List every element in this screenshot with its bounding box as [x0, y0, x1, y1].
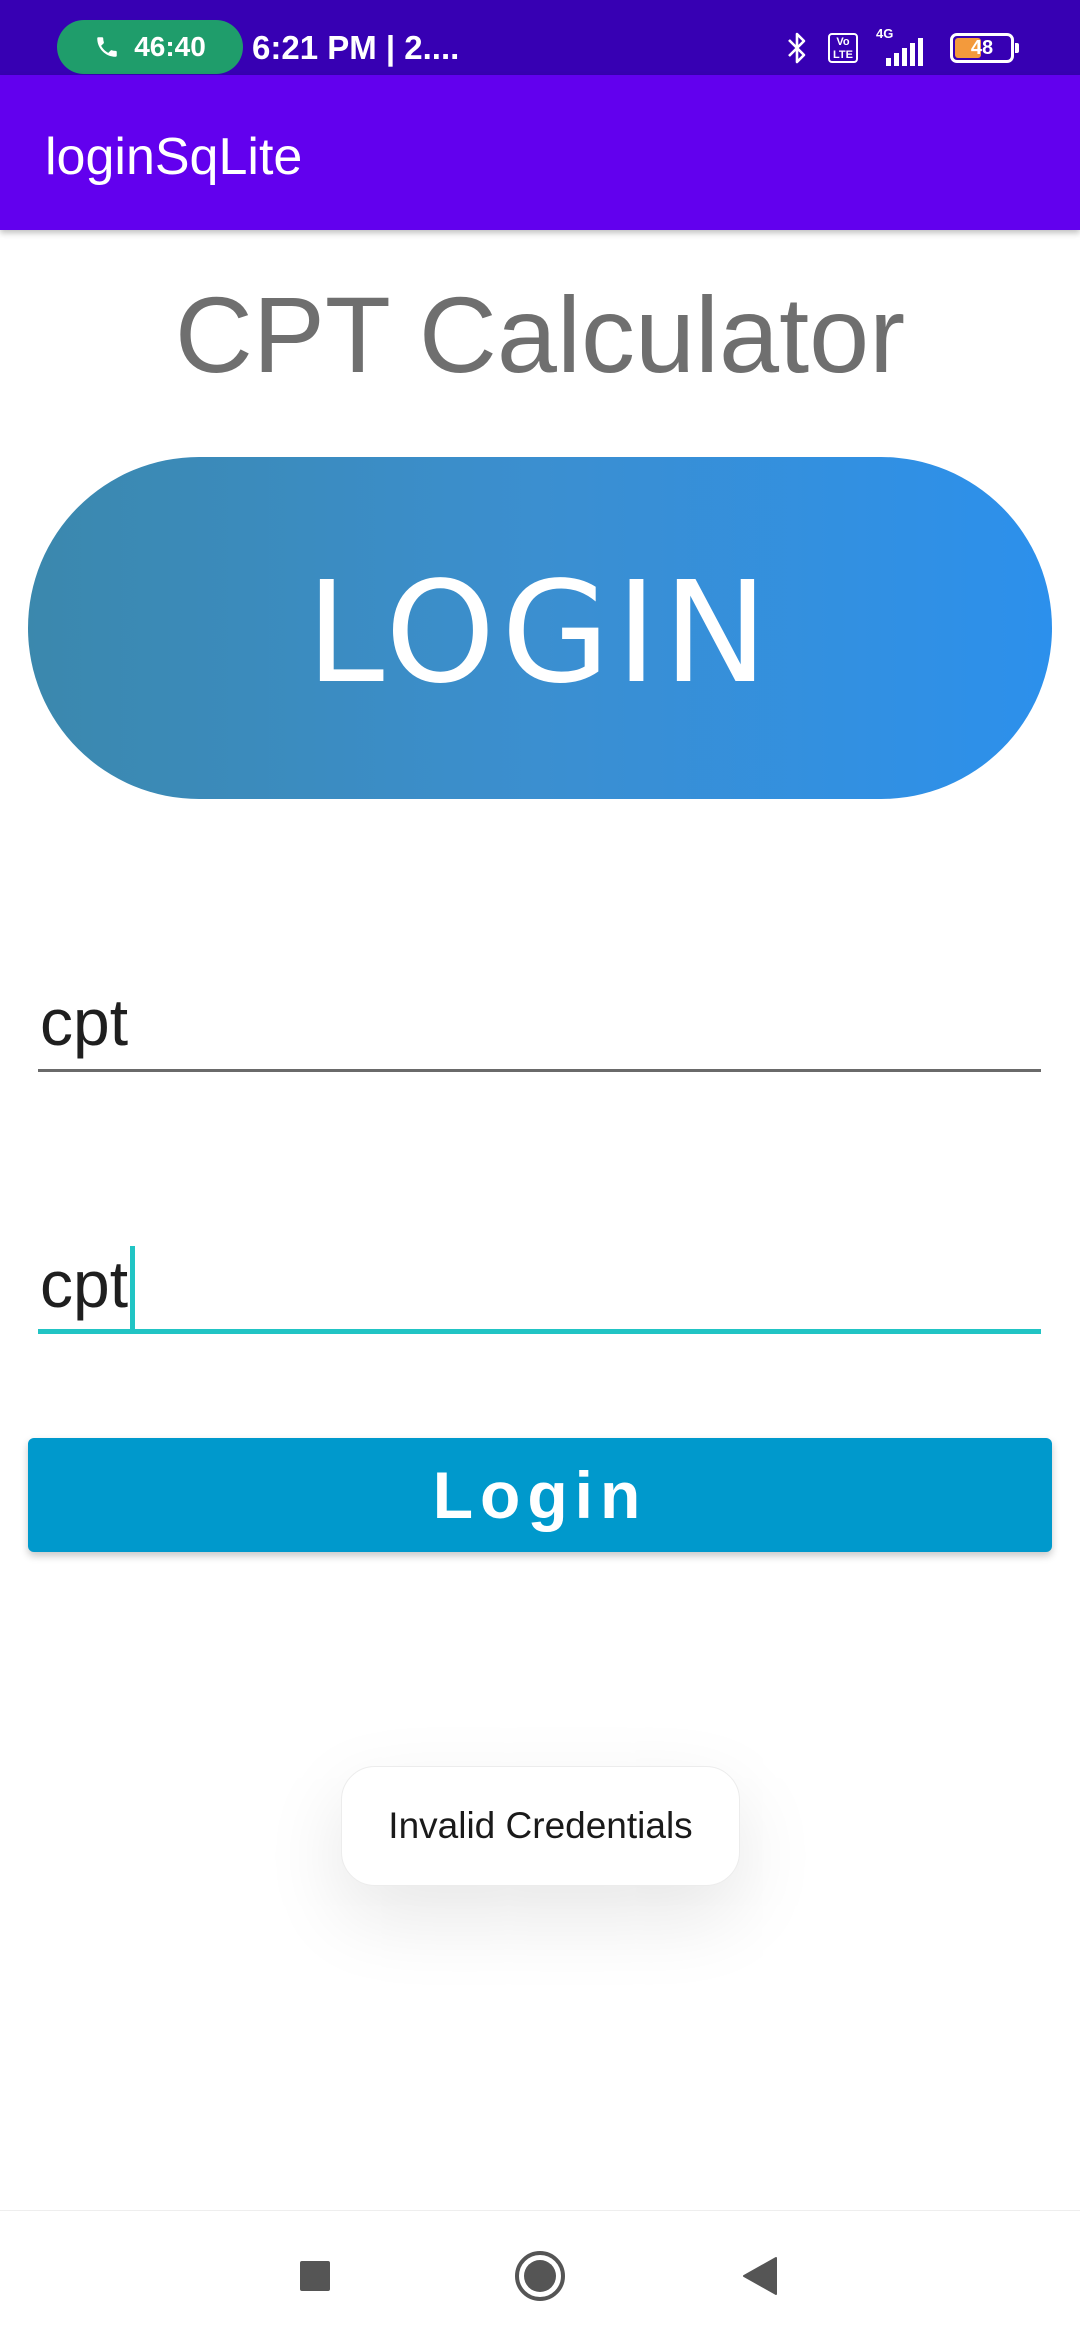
- back-button[interactable]: [725, 2241, 795, 2311]
- home-icon: [515, 2251, 565, 2301]
- status-bar: 46:40 6:21 PM | 2.... Vo LTE 4G 48: [0, 0, 1080, 75]
- toast-message: Invalid Credentials: [341, 1766, 740, 1886]
- bluetooth-icon: [788, 32, 806, 64]
- text-cursor: [130, 1246, 136, 1332]
- recents-icon: [300, 2261, 330, 2291]
- phone-icon: [97, 37, 117, 57]
- username-value: cpt: [40, 985, 129, 1059]
- status-icons: Vo LTE 4G 48: [784, 24, 1020, 72]
- volte-icon: Vo LTE: [828, 33, 858, 63]
- back-icon: [743, 2257, 777, 2295]
- signal-icon: 4G: [876, 26, 932, 66]
- battery-icon: 48: [950, 33, 1019, 63]
- username-field[interactable]: cpt: [38, 970, 1041, 1072]
- password-underline: [38, 1329, 1041, 1334]
- login-button[interactable]: Login: [28, 1438, 1052, 1552]
- call-timer: 46:40: [134, 31, 206, 62]
- app-title: loginSqLite: [45, 128, 303, 186]
- password-field[interactable]: cpt: [38, 1228, 1041, 1334]
- login-banner-image: LOGIN: [28, 457, 1052, 799]
- login-banner-text: LOGIN: [306, 551, 774, 715]
- username-underline: [38, 1069, 1041, 1072]
- ongoing-call-chip[interactable]: 46:40: [57, 20, 243, 74]
- home-button[interactable]: [505, 2241, 575, 2311]
- battery-level: 48: [970, 37, 994, 59]
- recents-button[interactable]: [280, 2241, 350, 2311]
- app-bar: loginSqLite: [0, 75, 1080, 230]
- page-heading: CPT Calculator: [174, 274, 906, 395]
- status-time: 6:21 PM | 2....: [252, 29, 460, 66]
- navigation-bar: [0, 2210, 1080, 2341]
- password-value: cpt: [40, 1247, 129, 1321]
